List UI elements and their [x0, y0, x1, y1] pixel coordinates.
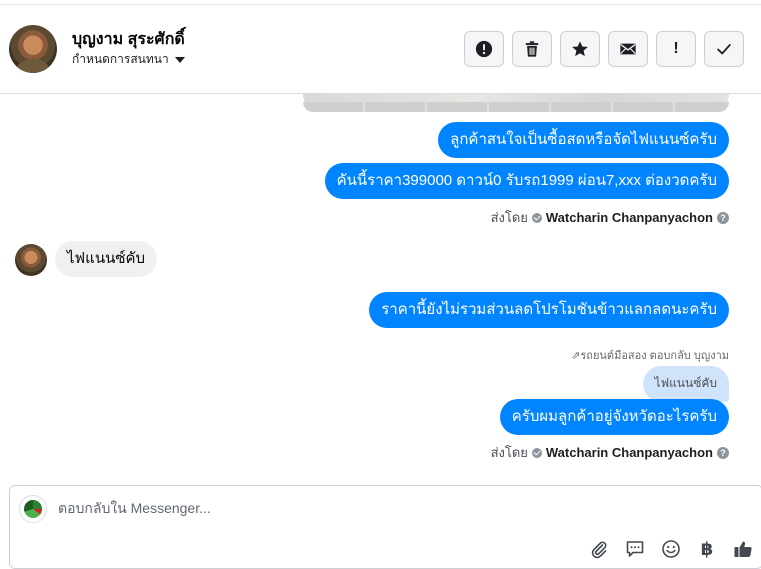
mark-done-button[interactable]	[704, 31, 744, 67]
star-button[interactable]	[560, 31, 600, 67]
conversation-label-text: กำหนดการสนทนา	[72, 52, 169, 66]
delete-button[interactable]	[512, 31, 552, 67]
reply-arrow-icon: ⇗	[571, 350, 581, 362]
sender-name: Watcharin Chanpanyachon	[545, 210, 713, 225]
follow-up-button[interactable]: !	[656, 31, 696, 67]
incoming-message[interactable]: ไฟแนนซ์คับ	[55, 241, 158, 277]
like-button[interactable]	[732, 538, 754, 560]
page-avatar	[19, 495, 47, 523]
thumbs-up-icon	[734, 541, 752, 557]
sent-by-line: ส่งโดย Watcharin Chanpanyachon ?	[491, 207, 729, 228]
checkmark-icon	[717, 44, 731, 55]
conversation-header: บุญงาม สุระศักดิ์ กำหนดการสนทนา !	[0, 5, 761, 94]
conversation-label-dropdown[interactable]: กำหนดการสนทนา	[72, 50, 185, 69]
image-attachment[interactable]	[303, 94, 729, 112]
chat-bubble-icon	[626, 541, 644, 557]
contact-name[interactable]: บุญงาม สุระศักดิ์	[72, 27, 185, 52]
trash-icon	[525, 41, 539, 57]
smiley-icon	[662, 540, 680, 558]
sender-name: Watcharin Chanpanyachon	[545, 445, 713, 460]
alert-circle-icon	[475, 40, 493, 58]
mark-spam-button[interactable]	[464, 31, 504, 67]
outgoing-message[interactable]: ครับผมลูกค้าอยู่จังหวัดอะไรครับ	[499, 399, 729, 435]
reply-meta: ⇗รถยนต์มือสอง ตอบกลับ บุญงาม	[571, 350, 729, 362]
baht-icon: ฿	[700, 538, 714, 560]
quoted-message[interactable]: ไฟแนนซ์คับ	[642, 366, 729, 402]
star-icon	[572, 41, 588, 57]
contact-avatar-small[interactable]	[15, 244, 47, 276]
message-composer: ฿	[9, 485, 761, 569]
saved-replies-button[interactable]	[624, 538, 646, 560]
help-icon[interactable]: ?	[717, 446, 729, 459]
sent-by-line: ส่งโดย Watcharin Chanpanyachon ?	[491, 442, 729, 463]
verified-check-icon	[531, 447, 542, 458]
outgoing-message[interactable]: ราคานี้ยังไม่รวมส่วนลดโปรโมชันข้าวแลกลดน…	[369, 292, 729, 328]
exclamation-icon: !	[673, 40, 679, 57]
mark-unread-button[interactable]	[608, 31, 648, 67]
header-actions: !	[464, 31, 744, 67]
payment-button[interactable]: ฿	[696, 538, 718, 560]
emoji-button[interactable]	[660, 538, 682, 560]
outgoing-message[interactable]: คันนี้ราคา399000 ดาวน์0 รับรถ1999 ผ่อน7,…	[324, 163, 729, 199]
help-icon[interactable]: ?	[717, 211, 729, 224]
caret-down-icon	[174, 56, 185, 63]
attach-button[interactable]	[588, 538, 610, 560]
message-thread[interactable]: ลูกค้าสนใจเป็นซื้อสดหรือจัดไฟแนนซ์ครับ ค…	[0, 94, 761, 479]
reply-input[interactable]	[58, 500, 658, 516]
paperclip-icon	[591, 541, 607, 559]
outgoing-message[interactable]: ลูกค้าสนใจเป็นซื้อสดหรือจัดไฟแนนซ์ครับ	[438, 122, 729, 158]
sent-by-label: ส่งโดย	[490, 210, 528, 225]
sent-by-label: ส่งโดย	[490, 445, 528, 460]
contact-avatar[interactable]	[9, 25, 57, 73]
verified-check-icon	[531, 212, 542, 223]
composer-toolbar: ฿	[588, 538, 754, 560]
envelope-icon	[620, 43, 636, 55]
